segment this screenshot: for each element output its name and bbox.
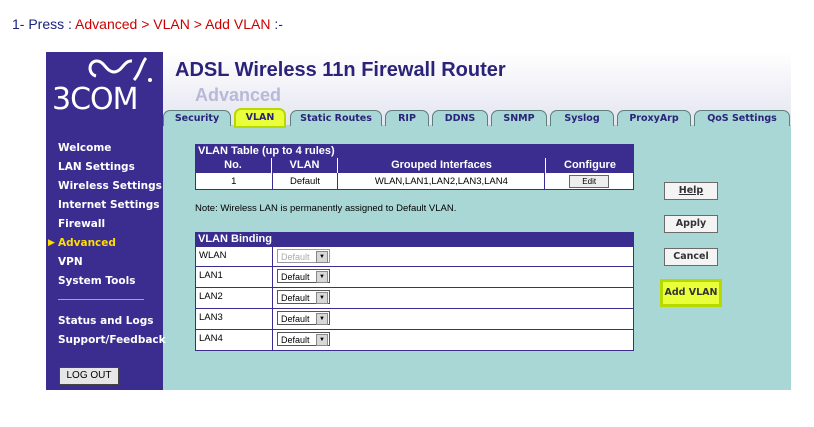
tab-qos-settings[interactable]: QoS Settings	[694, 110, 790, 126]
column-header-vlan: VLAN	[272, 158, 338, 173]
section-title: Advanced	[195, 85, 282, 105]
tab-proxyarp[interactable]: ProxyArp	[617, 110, 691, 126]
row-divider	[272, 267, 273, 287]
table-row: 1 Default WLAN,LAN1,LAN2,LAN3,LAN4 Edit	[195, 173, 634, 190]
cell-grouped-interfaces: WLAN,LAN1,LAN2,LAN3,LAN4	[338, 173, 546, 189]
cell-configure: Edit	[545, 173, 633, 189]
binding-row-lan4: LAN4 Default ▼	[195, 330, 634, 351]
lan1-vlan-select[interactable]: Default ▼	[277, 269, 330, 283]
port-label: WLAN	[199, 250, 227, 261]
lan3-vlan-select[interactable]: Default ▼	[277, 311, 330, 325]
logout-button[interactable]: LOG OUT	[59, 367, 119, 385]
row-divider	[272, 247, 273, 266]
column-header-configure: Configure	[564, 159, 616, 171]
tab-static-routes[interactable]: Static Routes	[290, 110, 382, 126]
dropdown-arrow-icon[interactable]: ▼	[316, 271, 328, 283]
vlan-binding-title: VLAN Binding	[195, 232, 634, 246]
port-label: LAN4	[199, 333, 223, 344]
port-label: LAN3	[199, 312, 223, 323]
instruction-step-add-vlan: Add VLAN	[205, 16, 271, 32]
sidebar-item-system-tools[interactable]: System Tools	[58, 275, 135, 287]
instruction-sep: >	[141, 16, 150, 32]
row-divider	[272, 288, 273, 308]
select-value: Default	[281, 252, 310, 262]
binding-row-lan2: LAN2 Default ▼	[195, 288, 634, 309]
sidebar-item-welcome[interactable]: Welcome	[58, 142, 111, 154]
sidebar-item-status-and-logs[interactable]: Status and Logs	[58, 315, 153, 327]
row-divider	[272, 330, 273, 350]
instruction-sep: >	[193, 16, 202, 32]
active-arrow-icon: ▶	[48, 238, 55, 248]
select-value: Default	[281, 272, 310, 282]
vlan-table-title: VLAN Table (up to 4 rules)	[195, 144, 634, 158]
dropdown-arrow-icon[interactable]: ▼	[316, 292, 328, 304]
binding-row-wlan: WLAN Default ▼	[195, 246, 634, 267]
select-value: Default	[281, 293, 310, 303]
vlan-table-header: No. VLAN Grouped Interfaces Configure	[195, 158, 634, 173]
lan2-vlan-select[interactable]: Default ▼	[277, 290, 330, 304]
help-button[interactable]: Help	[664, 182, 718, 200]
instruction-suffix: :-	[274, 16, 283, 32]
sidebar: 3COM Welcome LAN Settings Wireless Setti…	[46, 52, 166, 390]
app-title: ADSL Wireless 11n Firewall Router	[175, 59, 506, 81]
instruction-prefix: 1- Press :	[12, 16, 72, 32]
dropdown-arrow-icon[interactable]: ▼	[316, 313, 328, 325]
vlan-binding: VLAN Binding WLAN Default ▼ LAN1 Default…	[195, 232, 634, 351]
wlan-note: Note: Wireless LAN is permanently assign…	[195, 203, 457, 214]
sidebar-item-vpn[interactable]: VPN	[58, 256, 83, 268]
column-header-no: No.	[195, 158, 272, 173]
row-divider	[272, 309, 273, 329]
header: ADSL Wireless 11n Firewall Router Advanc…	[163, 52, 791, 128]
sidebar-item-support-feedback[interactable]: Support/Feedback	[58, 334, 166, 346]
cell-no: 1	[196, 173, 273, 189]
router-admin-frame: 3COM Welcome LAN Settings Wireless Setti…	[46, 52, 791, 390]
dropdown-arrow-icon: ▼	[316, 251, 328, 263]
tab-rip[interactable]: RIP	[385, 110, 429, 126]
cell-vlan: Default	[273, 173, 339, 189]
sidebar-item-advanced[interactable]: Advanced	[58, 237, 116, 249]
apply-button[interactable]: Apply	[664, 215, 718, 233]
tab-vlan[interactable]: VLAN	[234, 108, 286, 128]
instruction-step-advanced: Advanced	[75, 16, 138, 32]
instruction-step-vlan: VLAN	[153, 16, 190, 32]
tab-syslog[interactable]: Syslog	[550, 110, 614, 126]
sidebar-item-internet-settings[interactable]: Internet Settings	[58, 199, 160, 211]
port-label: LAN2	[199, 291, 223, 302]
lan4-vlan-select[interactable]: Default ▼	[277, 332, 330, 346]
binding-row-lan1: LAN1 Default ▼	[195, 267, 634, 288]
port-label: LAN1	[199, 270, 223, 281]
tab-security[interactable]: Security	[163, 110, 231, 126]
column-header-grouped-interfaces: Grouped Interfaces	[338, 158, 546, 173]
tab-ddns[interactable]: DDNS	[432, 110, 488, 126]
sidebar-item-firewall[interactable]: Firewall	[58, 218, 105, 230]
dropdown-arrow-icon[interactable]: ▼	[316, 334, 328, 346]
sidebar-item-wireless-settings[interactable]: Wireless Settings	[58, 180, 162, 192]
instruction-text: 1- Press : Advanced > VLAN > Add VLAN :-	[12, 16, 283, 32]
sidebar-item-lan-settings[interactable]: LAN Settings	[58, 161, 135, 173]
binding-row-lan3: LAN3 Default ▼	[195, 309, 634, 330]
cancel-button[interactable]: Cancel	[664, 248, 718, 266]
select-value: Default	[281, 335, 310, 345]
select-value: Default	[281, 314, 310, 324]
sidebar-divider	[58, 299, 144, 300]
vlan-table: VLAN Table (up to 4 rules) No. VLAN Grou…	[195, 144, 634, 190]
wlan-vlan-select: Default ▼	[277, 249, 330, 263]
edit-button[interactable]: Edit	[569, 174, 610, 188]
add-vlan-button[interactable]: Add VLAN	[660, 279, 722, 307]
3com-logo: 3COM	[52, 82, 139, 117]
tab-snmp[interactable]: SNMP	[491, 110, 547, 126]
